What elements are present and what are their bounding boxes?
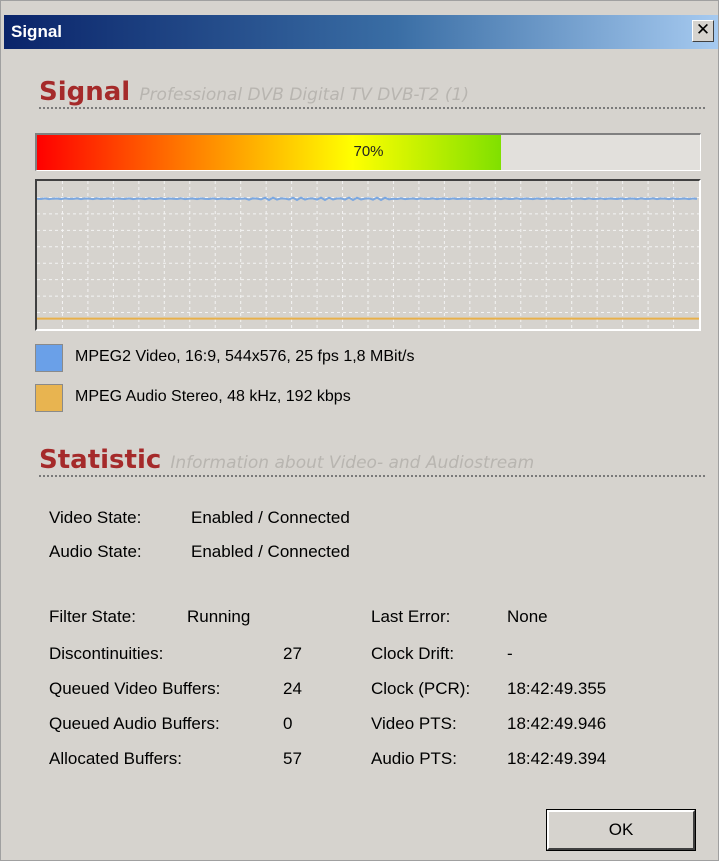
ok-button[interactable]: OK	[546, 809, 696, 851]
video-state-label: Video State:	[49, 508, 142, 527]
video-bitrate-line	[36, 196, 698, 202]
signal-strength-label: 70%	[353, 143, 384, 160]
signal-dialog: Signal ✕ Signal Professional DVB Digital…	[0, 0, 719, 861]
clock-pcr-label: Clock (PCR):	[371, 679, 471, 698]
video-pts-value: 18:42:49.946	[507, 714, 607, 733]
close-icon: ✕	[695, 20, 711, 40]
statistic-header: Statistic Information about Video- and A…	[39, 445, 705, 477]
last-error-label: Last Error:	[371, 607, 451, 626]
signal-strength-bar: 70%	[35, 133, 701, 171]
audio-pts-value: 18:42:49.394	[507, 749, 607, 768]
queued-video-buffers-value: 24	[283, 679, 302, 698]
title-bar[interactable]: Signal ✕	[4, 15, 718, 49]
statistic-heading: Statistic	[39, 445, 162, 475]
queued-audio-buffers-label: Queued Audio Buffers:	[49, 714, 220, 733]
video-pts-label: Video PTS:	[371, 714, 457, 733]
discontinuities-label: Discontinuities:	[49, 644, 164, 663]
legend-label-video: MPEG2 Video, 16:9, 544x576, 25 fps 1,8 M…	[75, 348, 415, 365]
video-state-value: Enabled / Connected	[191, 508, 350, 527]
allocated-buffers-label: Allocated Buffers:	[49, 749, 182, 768]
audio-state-label: Audio State:	[49, 542, 142, 561]
clock-drift-value: -	[507, 644, 513, 663]
statistic-subheading: Information about Video- and Audiostream	[170, 453, 535, 473]
signal-subheading: Professional DVB Digital TV DVB-T2 (1)	[139, 85, 469, 105]
legend-label-audio: MPEG Audio Stereo, 48 kHz, 192 kbps	[75, 388, 351, 405]
filter-state-label: Filter State:	[49, 607, 136, 626]
bitrate-graph	[35, 179, 701, 331]
clock-drift-label: Clock Drift:	[371, 644, 455, 663]
clock-pcr-value: 18:42:49.355	[507, 679, 607, 698]
audio-state-value: Enabled / Connected	[191, 542, 350, 561]
last-error-value: None	[507, 607, 548, 626]
video-swatch-icon	[35, 344, 63, 372]
audio-swatch-icon	[35, 384, 63, 412]
signal-heading: Signal	[39, 77, 131, 107]
queued-video-buffers-label: Queued Video Buffers:	[49, 679, 221, 698]
close-button[interactable]: ✕	[692, 20, 714, 42]
discontinuities-value: 27	[283, 644, 302, 663]
audio-pts-label: Audio PTS:	[371, 749, 457, 768]
signal-header: Signal Professional DVB Digital TV DVB-T…	[39, 77, 705, 109]
queued-audio-buffers-value: 0	[283, 714, 293, 733]
window-title: Signal	[11, 22, 63, 41]
bitrate-graph-canvas	[36, 181, 699, 329]
allocated-buffers-value: 57	[283, 749, 302, 768]
filter-state-value: Running	[187, 607, 251, 626]
